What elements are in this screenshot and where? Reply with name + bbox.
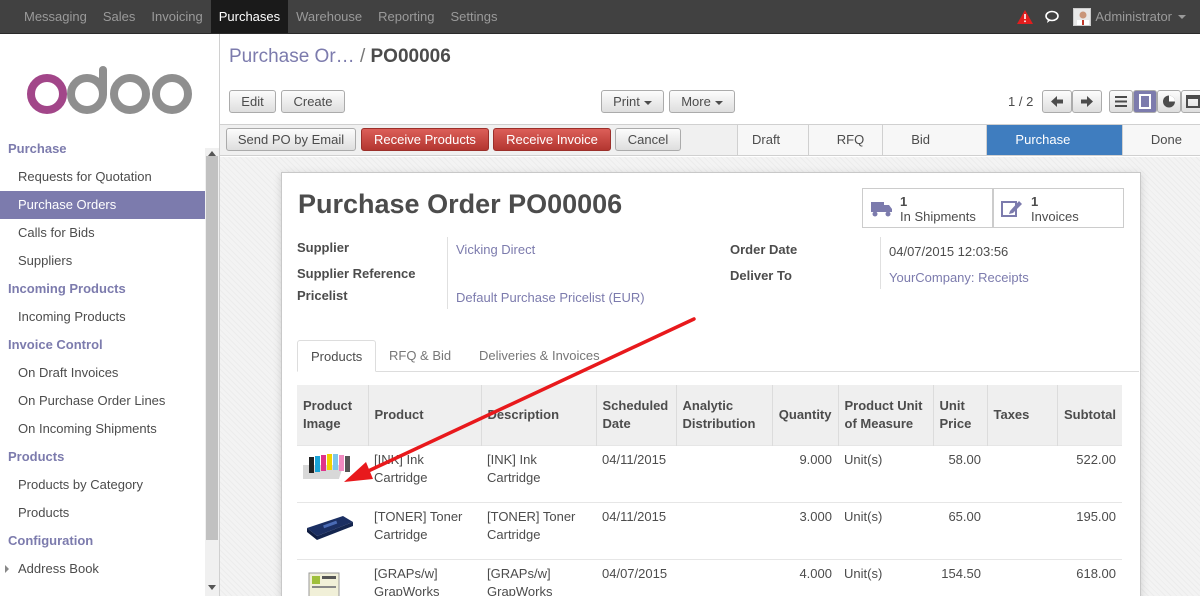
annotation-arrow [344,317,696,482]
